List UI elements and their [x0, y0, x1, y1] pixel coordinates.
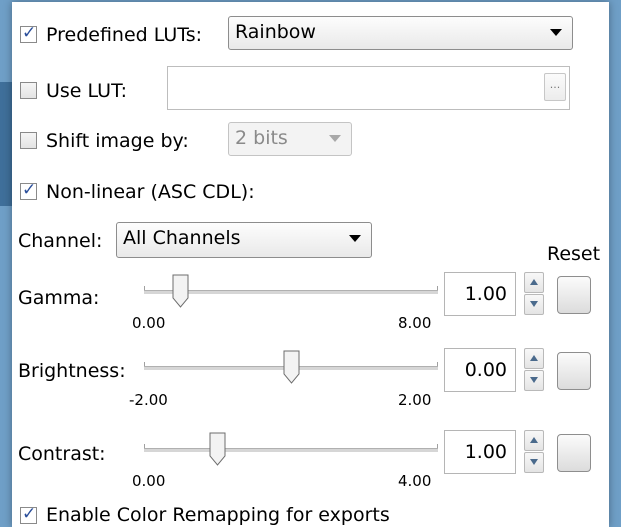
contrast-increment-button[interactable] — [524, 430, 544, 451]
checkmark-icon: ✓ — [22, 180, 37, 200]
predefined-luts-value: Rainbow — [235, 21, 316, 43]
chevron-down-icon — [349, 235, 361, 242]
brightness-reset-button[interactable] — [557, 352, 591, 390]
shift-bits-select[interactable]: 2 bits — [228, 122, 352, 156]
enable-remapping-label: Enable Color Remapping for exports — [46, 504, 390, 526]
predefined-luts-checkbox[interactable]: ✓ — [20, 23, 37, 43]
contrast-value-input[interactable]: 1.00 — [444, 430, 516, 474]
channel-label: Channel: — [18, 230, 103, 252]
arrow-up-icon — [530, 279, 538, 285]
brightness-decrement-button[interactable] — [524, 370, 544, 391]
color-remapping-panel: ✓ Predefined LUTs: Rainbow Use LUT: ... … — [12, 2, 609, 527]
checkmark-icon: ✓ — [22, 504, 37, 524]
brightness-max-label: 2.00 — [398, 391, 432, 409]
gamma-value-input[interactable]: 1.00 — [444, 272, 516, 316]
predefined-luts-label: Predefined LUTs: — [46, 24, 203, 46]
reset-column-header: Reset — [547, 243, 601, 265]
arrow-up-icon — [530, 355, 538, 361]
chevron-down-icon — [329, 135, 341, 142]
nonlinear-checkbox[interactable]: ✓ — [20, 180, 37, 200]
arrow-down-icon — [530, 301, 538, 307]
shift-bits-value: 2 bits — [235, 127, 288, 149]
contrast-min-label: 0.00 — [132, 472, 166, 490]
brightness-increment-button[interactable] — [524, 348, 544, 369]
enable-remapping-checkbox[interactable]: ✓ — [20, 504, 37, 524]
contrast-slider[interactable] — [144, 432, 438, 472]
brightness-slider-thumb[interactable] — [283, 350, 300, 384]
contrast-max-label: 4.00 — [398, 472, 432, 490]
nonlinear-label: Non-linear (ASC CDL): — [46, 181, 255, 203]
gamma-max-label: 8.00 — [398, 314, 432, 332]
contrast-reset-button[interactable] — [557, 434, 591, 472]
gamma-label: Gamma: — [18, 287, 100, 309]
browse-lut-button[interactable]: ... — [544, 73, 566, 101]
channel-value: All Channels — [123, 227, 241, 249]
shift-image-label: Shift image by: — [46, 130, 189, 152]
contrast-decrement-button[interactable] — [524, 452, 544, 473]
predefined-luts-select[interactable]: Rainbow — [228, 16, 573, 50]
contrast-label: Contrast: — [18, 443, 106, 465]
gamma-increment-button[interactable] — [524, 272, 544, 293]
channel-select[interactable]: All Channels — [116, 222, 372, 258]
background-window-edge — [0, 82, 12, 206]
gamma-slider-thumb[interactable] — [172, 274, 189, 308]
brightness-label: Brightness: — [18, 360, 126, 382]
brightness-value-input[interactable]: 0.00 — [444, 348, 516, 392]
checkmark-icon: ✓ — [22, 23, 37, 43]
lut-path-field[interactable]: ... — [167, 66, 570, 110]
arrow-down-icon — [530, 377, 538, 383]
arrow-up-icon — [530, 437, 538, 443]
use-lut-label: Use LUT: — [46, 80, 128, 102]
gamma-slider[interactable] — [144, 274, 438, 314]
brightness-min-label: -2.00 — [129, 391, 168, 409]
gamma-reset-button[interactable] — [557, 276, 591, 314]
use-lut-checkbox[interactable] — [20, 82, 37, 99]
arrow-down-icon — [530, 459, 538, 465]
contrast-slider-track — [144, 448, 438, 452]
gamma-decrement-button[interactable] — [524, 294, 544, 315]
shift-image-checkbox[interactable] — [20, 132, 37, 149]
brightness-slider[interactable] — [144, 350, 438, 390]
contrast-slider-thumb[interactable] — [209, 432, 226, 466]
gamma-min-label: 0.00 — [132, 314, 166, 332]
chevron-down-icon — [550, 29, 562, 36]
